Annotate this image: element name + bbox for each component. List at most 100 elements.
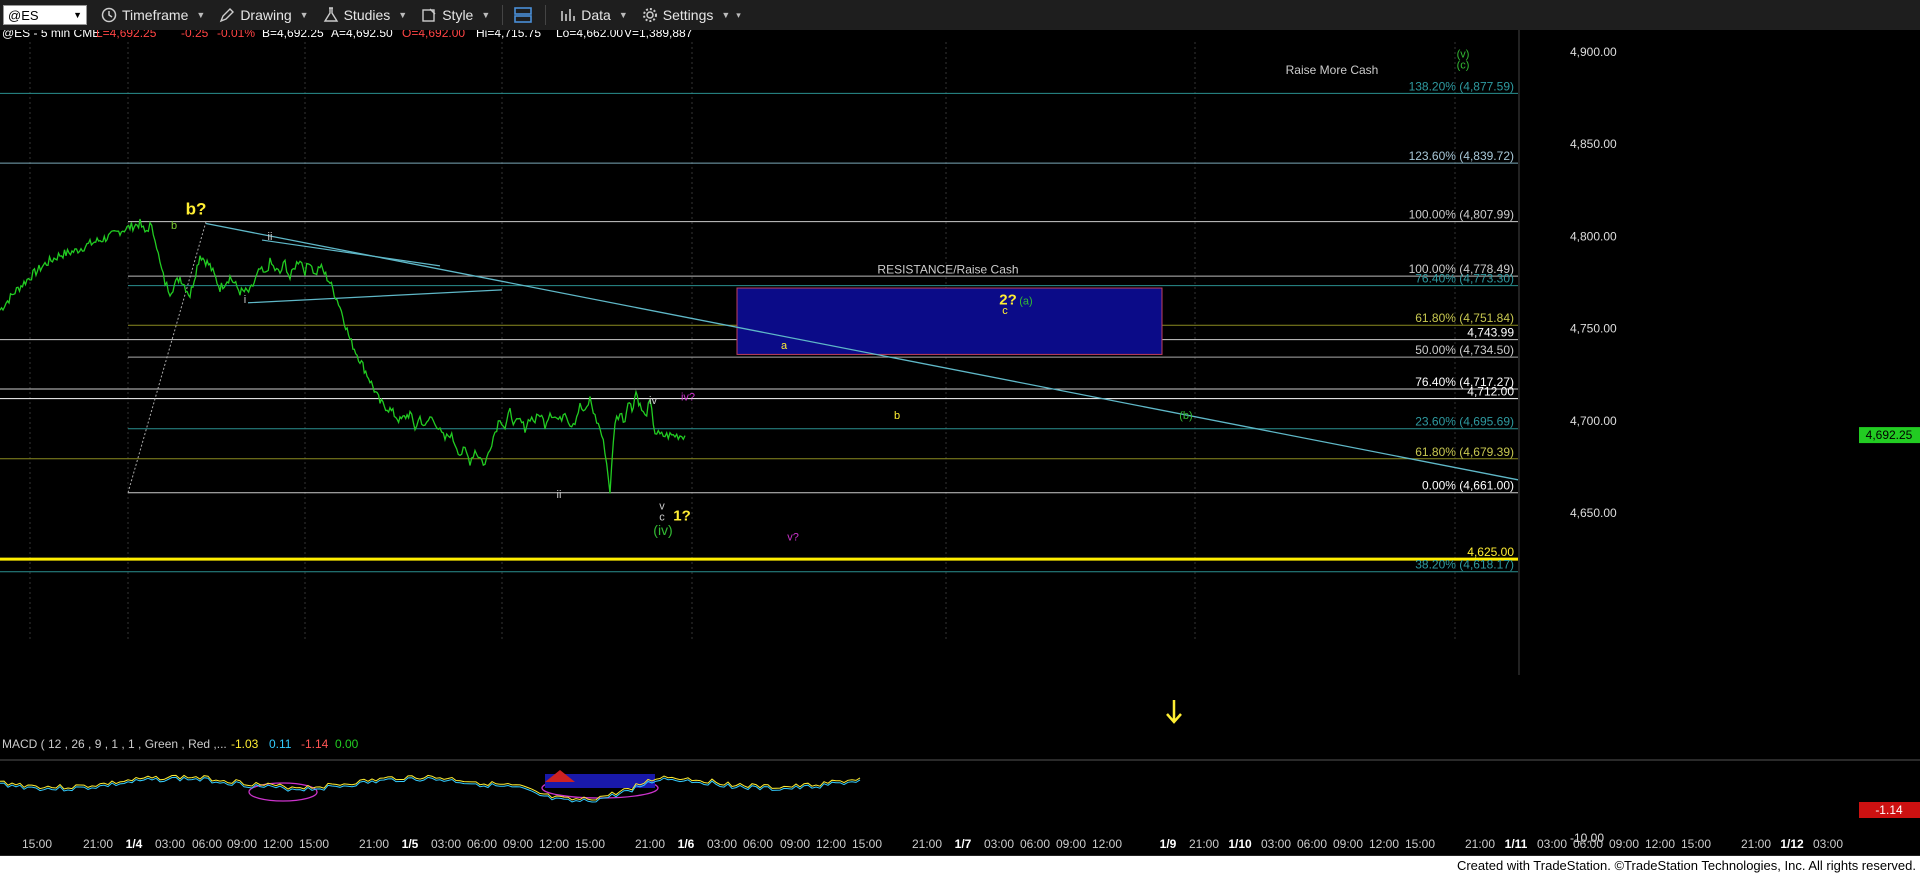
last-price-label: 4,692.25 [1866, 428, 1913, 442]
resistance-box [736, 287, 1163, 355]
time-tick-26: 09:00 [1056, 837, 1086, 851]
style-button[interactable]: Style ▼ [421, 7, 490, 23]
header-value-6: Hi=4,715.75 [476, 30, 541, 40]
wave-label-17: (b) [1179, 410, 1192, 422]
bar-chart-icon [561, 9, 576, 21]
time-tick-7: 15:00 [299, 837, 329, 851]
time-tick-31: 03:00 [1261, 837, 1291, 851]
time-tick-29: 21:00 [1189, 837, 1219, 851]
chevron-down-icon[interactable]: ▼ [73, 10, 82, 20]
drawing-button[interactable]: Drawing ▼ [219, 7, 309, 23]
caret-icon: ▾ [736, 9, 741, 20]
caret-icon: ▼ [481, 10, 491, 20]
chart-background [0, 30, 1920, 856]
price-tick-2: 4,800.00 [1570, 229, 1617, 243]
studies-label: Studies [343, 7, 391, 23]
header-symbol: @ES - 5 min CME [2, 30, 100, 40]
time-tick-1: 21:00 [83, 837, 113, 851]
studies-button[interactable]: Studies ▼ [323, 7, 407, 23]
time-tick-25: 06:00 [1020, 837, 1050, 851]
toolbar-divider [502, 5, 504, 25]
header-value-3: B=4,692.25 [262, 30, 324, 40]
time-tick-32: 06:00 [1297, 837, 1327, 851]
timeframe-label: Timeframe [122, 7, 189, 23]
fib-label-9: 4,712.00 [1467, 385, 1514, 399]
time-tick-6: 12:00 [263, 837, 293, 851]
wave-label-19: (c) [1457, 60, 1470, 72]
macd-label: MACD ( 12 , 26 , 9 , 1 , 1 , Green , Red… [2, 737, 227, 751]
time-tick-41: 12:00 [1645, 837, 1675, 851]
style-label: Style [442, 7, 474, 23]
wave-label-11: v? [787, 532, 799, 544]
time-tick-39: 06:00 [1573, 837, 1603, 851]
settings-button[interactable]: Settings ▼ ▾ [642, 7, 741, 23]
time-tick-20: 12:00 [816, 837, 846, 851]
wave-label-20: RESISTANCE/Raise Cash [877, 262, 1018, 276]
macd-v4: 0.00 [335, 737, 359, 751]
time-tick-11: 06:00 [467, 837, 497, 851]
header-value-8: V=1,389,887 [624, 30, 693, 40]
time-tick-44: 1/12 [1780, 837, 1804, 851]
fib-label-6: 4,743.99 [1467, 326, 1514, 340]
time-tick-35: 15:00 [1405, 837, 1435, 851]
layout-icon[interactable] [513, 5, 533, 25]
drawing-label: Drawing [240, 7, 292, 23]
footer: Created with TradeStation. ©TradeStation… [0, 856, 1920, 876]
time-tick-2: 1/4 [126, 837, 143, 851]
time-tick-24: 03:00 [984, 837, 1014, 851]
time-tick-12: 09:00 [503, 837, 533, 851]
toolbar: @ES ▼ Timeframe ▼ Drawing ▼ Studies ▼ St… [0, 0, 1920, 31]
time-tick-38: 03:00 [1537, 837, 1567, 851]
time-tick-16: 1/6 [678, 837, 695, 851]
data-label: Data [581, 7, 611, 23]
time-tick-0: 15:00 [22, 837, 52, 851]
time-tick-15: 21:00 [635, 837, 665, 851]
wave-label-1: b [171, 220, 177, 232]
data-button[interactable]: Data ▼ [560, 7, 628, 23]
wave-label-5: iv? [681, 392, 695, 404]
caret-icon: ▼ [721, 10, 731, 20]
caret-icon: ▼ [196, 10, 206, 20]
wave-label-21: Raise More Cash [1286, 63, 1379, 77]
wave-label-15: (a) [1019, 296, 1032, 308]
fib-label-10: 23.60% (4,695.69) [1415, 415, 1514, 429]
time-tick-5: 09:00 [227, 837, 257, 851]
wave-label-3: i [244, 294, 246, 306]
price-tick-5: 4,650.00 [1570, 506, 1617, 520]
fib-label-0: 138.20% (4,877.59) [1409, 79, 1514, 93]
flask-icon [323, 7, 338, 22]
time-tick-3: 03:00 [155, 837, 185, 851]
macd-v2: 0.11 [269, 737, 292, 751]
time-tick-4: 06:00 [192, 837, 222, 851]
resistance-layer [736, 287, 1163, 355]
symbol-input[interactable]: @ES ▼ [3, 5, 87, 25]
timeframe-button[interactable]: Timeframe ▼ [101, 7, 205, 23]
settings-label: Settings [662, 7, 714, 23]
header-value-1: -0.25 [181, 30, 209, 40]
clock-icon [101, 7, 117, 23]
macd-v1: -1.03 [231, 737, 259, 751]
wave-label-16: c [1002, 305, 1008, 317]
time-tick-23: 1/7 [955, 837, 972, 851]
time-tick-28: 1/9 [1160, 837, 1177, 851]
price-chart[interactable]: 138.20% (4,877.59) 123.60% (4,839.72) 100.… [0, 30, 1920, 856]
price-tick-3: 4,750.00 [1570, 322, 1617, 336]
time-tick-30: 1/10 [1228, 837, 1252, 851]
header-value-5: O=4,692.00 [402, 30, 465, 40]
style-icon [422, 8, 436, 22]
time-tick-22: 21:00 [912, 837, 942, 851]
time-tick-36: 21:00 [1465, 837, 1495, 851]
caret-icon: ▼ [299, 10, 309, 20]
fib-label-5: 61.80% (4,751.84) [1415, 311, 1514, 325]
time-tick-8: 21:00 [359, 837, 389, 851]
time-tick-13: 12:00 [539, 837, 569, 851]
time-tick-40: 09:00 [1609, 837, 1639, 851]
fib-label-1: 123.60% (4,839.72) [1409, 149, 1514, 163]
time-tick-21: 15:00 [852, 837, 882, 851]
toolbar-divider [545, 5, 547, 25]
time-tick-18: 06:00 [743, 837, 773, 851]
time-tick-14: 15:00 [575, 837, 605, 851]
time-tick-9: 1/5 [402, 837, 419, 851]
price-tick-4: 4,700.00 [1570, 414, 1617, 428]
price-tick-0: 4,900.00 [1570, 45, 1617, 59]
